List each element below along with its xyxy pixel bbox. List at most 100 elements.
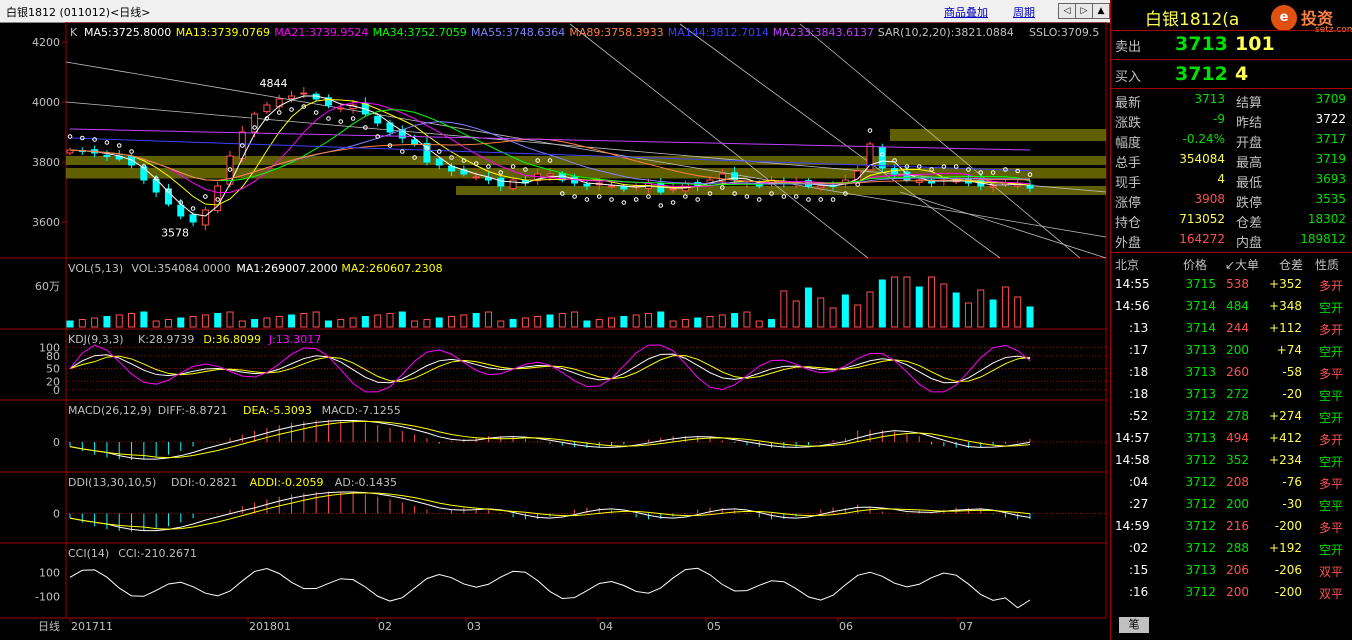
candle-body — [817, 185, 825, 189]
volume-bar — [324, 320, 332, 328]
tick-type: 多开 — [1318, 323, 1343, 337]
candle-body — [546, 173, 554, 177]
sell-price: 3713 — [1175, 33, 1228, 55]
quote-panel: 白银1812(a e 投资 setz.com 卖出 3713 101 买入 37… — [1110, 0, 1352, 640]
indicator-value: MA2:260607.2308 — [341, 262, 442, 275]
tab-ticks[interactable]: 笔 — [1119, 617, 1149, 633]
volume-bar — [964, 302, 972, 328]
divider — [1111, 59, 1352, 60]
volume-bar — [374, 314, 382, 328]
macd-dea-line — [69, 420, 1031, 459]
x-tick-label: 04 — [599, 620, 613, 633]
tick-price: 3712 — [1185, 519, 1216, 533]
volume-bar — [928, 276, 936, 328]
tick-oi-change: -58 — [1282, 365, 1302, 379]
x-tick-label: 07 — [959, 620, 973, 633]
candle-body — [583, 183, 591, 187]
volume-bar — [743, 311, 751, 328]
y-tick-label: -100 — [35, 591, 60, 604]
indicator-value: J:13.3017 — [268, 333, 321, 346]
candle-body — [374, 115, 382, 124]
tick-price: 3713 — [1185, 343, 1216, 357]
indicator-value: MA89:3758.3933 — [569, 26, 663, 39]
volume-bar — [534, 316, 542, 328]
indicator-value: MA55:3748.6364 — [471, 26, 565, 39]
sar-dot — [190, 206, 196, 211]
tick-price: 3715 — [1185, 277, 1216, 291]
panel-label: K — [70, 26, 78, 39]
stat-label: 最高 — [1236, 156, 1263, 171]
candle-body — [435, 158, 443, 166]
tick-volume: 200 — [1226, 585, 1249, 599]
indicator-value: MA233:3843.6137 — [773, 26, 874, 39]
volume-bar — [152, 320, 160, 328]
candle-body — [608, 185, 616, 188]
stat-label: 总手 — [1115, 156, 1142, 171]
volume-bar — [251, 319, 259, 328]
tick-volume: 260 — [1226, 365, 1249, 379]
volume-bar — [115, 314, 123, 328]
chart-border — [65, 22, 1107, 619]
tick-volume: 208 — [1226, 475, 1249, 489]
candle-body — [866, 143, 874, 171]
divider — [1111, 30, 1352, 31]
volume-bar — [66, 320, 74, 328]
volume-bar — [128, 313, 136, 328]
stat-value: 4 — [1217, 172, 1225, 186]
candle-body — [189, 214, 197, 223]
volume-bar — [386, 313, 394, 328]
candle-body — [300, 92, 308, 95]
candle-body — [878, 146, 886, 169]
volume-bar — [238, 320, 246, 328]
stat-value: 3722 — [1315, 112, 1346, 126]
stat-label: 最新 — [1115, 96, 1142, 111]
tick-type: 多平 — [1318, 477, 1343, 491]
volume-bar — [1001, 286, 1009, 328]
sar-dot — [646, 194, 651, 199]
chart-area[interactable]: 3600 3800 4000 4200 4844 3578 K MA5:3725.8000 MA… — [0, 22, 1110, 640]
tick-oi-change: +192 — [1269, 541, 1302, 555]
chart-toolbar: 白银1812 (011012)<日线> 商品叠加 周期 ◁ ▷ ▲ — [0, 0, 1110, 23]
tick-type: 空开 — [1318, 543, 1343, 557]
candle-body — [669, 188, 677, 191]
volume-bar — [337, 319, 345, 328]
candle-body — [263, 104, 271, 113]
stat-label: 涨停 — [1115, 196, 1142, 211]
candle-body — [177, 204, 185, 217]
volume-bar — [681, 319, 689, 328]
price-band — [66, 156, 1106, 165]
scroll-left-icon[interactable]: ◁ — [1058, 3, 1076, 19]
candle-body — [620, 186, 628, 190]
volume-bar — [891, 276, 899, 328]
x-tick-label: 03 — [467, 620, 481, 633]
sar-dot — [313, 110, 319, 115]
stat-value: 164272 — [1179, 232, 1225, 246]
sar-dot — [609, 197, 614, 202]
tick-header: 仓差 — [1279, 258, 1304, 272]
tick-oi-change: +348 — [1269, 299, 1302, 313]
sell-label: 卖出 — [1115, 40, 1142, 55]
tick-volume: 200 — [1226, 343, 1249, 357]
tick-price: 3713 — [1185, 387, 1216, 401]
period-button[interactable]: 周期 — [1013, 4, 1035, 20]
sar-dot — [596, 194, 602, 199]
volume-bar — [300, 313, 308, 328]
volume-bar — [755, 320, 763, 328]
indicator-value: MA34:3752.7059 — [373, 26, 467, 39]
volume-bar — [521, 317, 529, 328]
stat-label: 开盘 — [1236, 136, 1263, 151]
x-tick-label: 06 — [839, 620, 853, 633]
candle-body — [411, 139, 419, 145]
tick-volume: 538 — [1226, 277, 1249, 291]
candle-body — [214, 185, 222, 212]
tick-time: 14:59 — [1115, 519, 1150, 533]
overlay-button[interactable]: 商品叠加 — [944, 4, 988, 20]
scroll-up-icon[interactable]: ▲ — [1092, 3, 1110, 19]
volume-bar — [903, 276, 911, 328]
period-label: 日线 — [38, 619, 60, 633]
sar-dot — [92, 137, 97, 142]
stat-label: 现手 — [1115, 176, 1142, 191]
candle-body — [472, 176, 480, 179]
volume-bar — [940, 283, 948, 328]
scroll-right-icon[interactable]: ▷ — [1075, 3, 1093, 19]
